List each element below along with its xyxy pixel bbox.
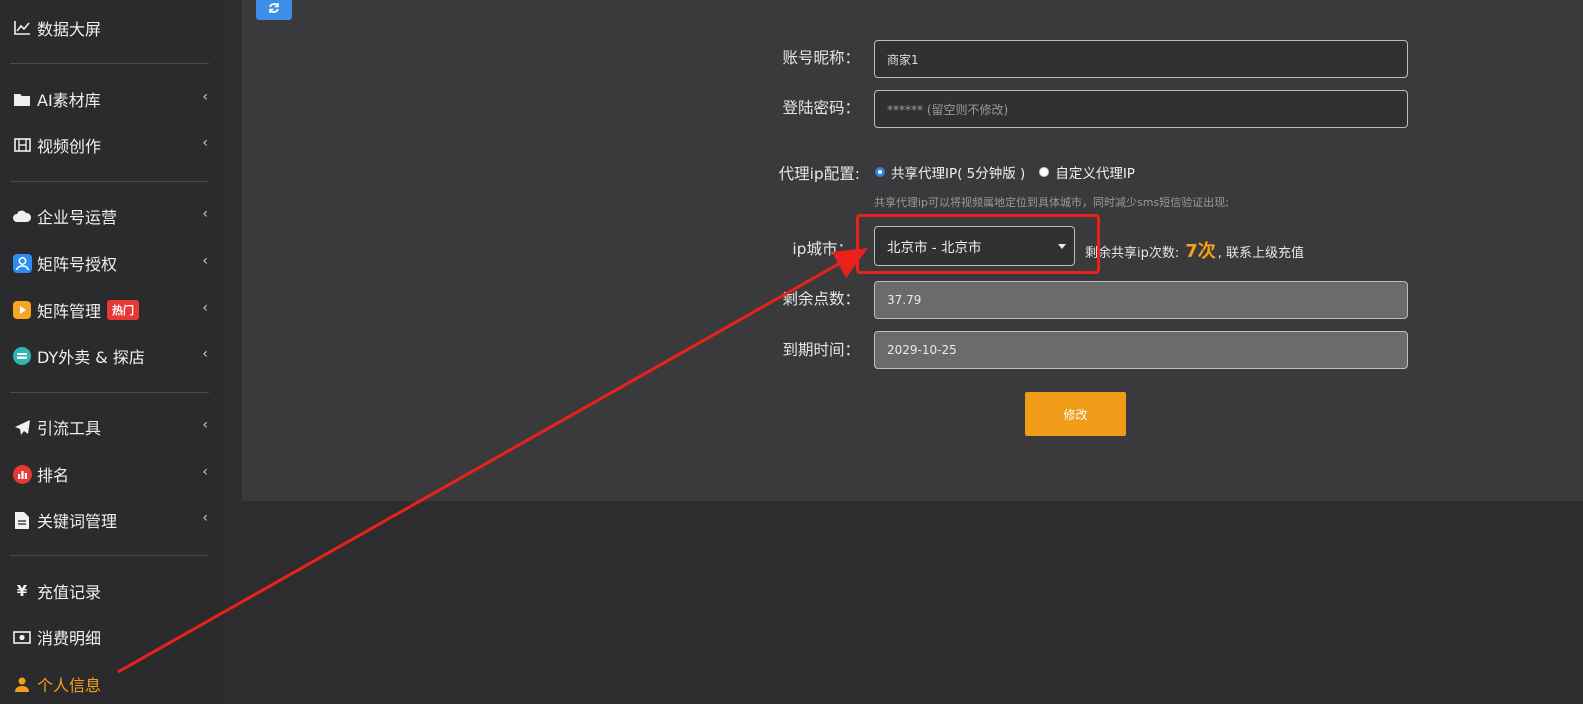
sidebar-item-label: 企业号运营 bbox=[37, 208, 118, 227]
money-icon bbox=[12, 627, 32, 647]
expire-input: 2029-10-25 bbox=[874, 331, 1408, 369]
proxy-hint: 共享代理ip可以将视频属地定位到具体城市，同时减少sms短信验证出现; bbox=[874, 196, 1229, 209]
document-icon bbox=[12, 510, 32, 530]
chevron-left-icon: ‹ bbox=[202, 346, 208, 362]
yen-icon: ¥ bbox=[16, 582, 28, 600]
sidebar-item-label: 矩阵号授权 bbox=[37, 255, 118, 274]
password-label: 登陆密码： bbox=[782, 99, 860, 117]
sidebar-item-dy-delivery[interactable]: DY外卖 & 探店 ‹ bbox=[12, 343, 212, 369]
submit-button[interactable]: 修改 bbox=[1025, 392, 1126, 436]
bar-chart-icon bbox=[12, 464, 32, 484]
sidebar-item-video-create[interactable]: 视频创作 ‹ bbox=[12, 132, 212, 158]
sidebar-item-label: DY外卖 & 探店 bbox=[37, 348, 145, 367]
nickname-label: 账号昵称： bbox=[782, 49, 860, 67]
sidebar-item-label: 视频创作 bbox=[37, 137, 102, 156]
sidebar-item-label: 引流工具 bbox=[37, 419, 102, 438]
proxy-label: 代理ip配置: bbox=[778, 165, 860, 183]
sidebar-item-consumption[interactable]: 消费明细 bbox=[12, 624, 212, 650]
cloud-icon bbox=[12, 206, 32, 226]
expire-label: 到期时间： bbox=[782, 341, 860, 359]
sidebar-item-matrix-auth[interactable]: 矩阵号授权 ‹ bbox=[12, 250, 212, 276]
proxy-shared-radio[interactable] bbox=[875, 167, 885, 177]
paper-plane-icon bbox=[12, 417, 32, 437]
ip-city-label: ip城市： bbox=[792, 240, 853, 258]
chevron-left-icon: ‹ bbox=[202, 89, 208, 105]
store-icon bbox=[12, 346, 32, 366]
proxy-custom-label[interactable]: 自定义代理IP bbox=[1055, 162, 1135, 182]
sidebar-item-keywords[interactable]: 关键词管理 ‹ bbox=[12, 507, 212, 533]
sidebar-divider bbox=[10, 181, 209, 182]
sidebar-item-ai-library[interactable]: AI素材库 ‹ bbox=[12, 86, 212, 112]
sidebar-item-data-screen[interactable]: 数据大屏 bbox=[12, 15, 212, 41]
chevron-left-icon: ‹ bbox=[202, 510, 208, 526]
chevron-left-icon: ‹ bbox=[202, 135, 208, 151]
sidebar-item-traffic-tools[interactable]: 引流工具 ‹ bbox=[12, 414, 212, 440]
chevron-left-icon: ‹ bbox=[202, 300, 208, 316]
remaining-ip-info: 剩余共享ip次数: 7次 , 联系上级充值 bbox=[1085, 237, 1304, 263]
password-placeholder: ****** (留空则不修改) bbox=[887, 102, 1009, 117]
user-badge-icon bbox=[12, 253, 32, 273]
folder-icon bbox=[12, 89, 32, 109]
line-chart-icon bbox=[12, 18, 32, 38]
points-label: 剩余点数： bbox=[782, 290, 860, 308]
refresh-icon bbox=[268, 2, 280, 18]
sidebar-item-label: 关键词管理 bbox=[37, 512, 118, 531]
points-value: 37.79 bbox=[887, 293, 922, 307]
nickname-input[interactable]: 商家1 bbox=[874, 40, 1408, 78]
chevron-left-icon: ‹ bbox=[202, 464, 208, 480]
sidebar-item-label: AI素材库 bbox=[37, 91, 101, 110]
proxy-shared-label[interactable]: 共享代理IP( 5分钟版 ) bbox=[891, 162, 1025, 182]
user-icon bbox=[12, 674, 32, 694]
refresh-button[interactable] bbox=[256, 0, 292, 20]
sidebar: 数据大屏 AI素材库 ‹ 视频创作 ‹ 企业号运营 ‹ 矩阵号授权 ‹ 矩阵管理 bbox=[0, 0, 226, 704]
sidebar-item-recharge-records[interactable]: ¥ 充值记录 bbox=[12, 578, 212, 604]
sidebar-divider bbox=[10, 392, 209, 393]
sidebar-item-label: 充值记录 bbox=[37, 583, 102, 602]
sidebar-item-label: 数据大屏 bbox=[37, 20, 102, 39]
expire-value: 2029-10-25 bbox=[887, 343, 957, 357]
sidebar-item-label: 矩阵管理 bbox=[37, 302, 102, 321]
password-input[interactable]: ****** (留空则不修改) bbox=[874, 90, 1408, 128]
sidebar-divider bbox=[10, 555, 209, 556]
chevron-left-icon: ‹ bbox=[202, 253, 208, 269]
proxy-custom-radio[interactable] bbox=[1039, 167, 1050, 177]
sidebar-item-label: 个人信息 bbox=[37, 676, 102, 695]
nickname-value: 商家1 bbox=[887, 52, 919, 67]
chevron-left-icon: ‹ bbox=[202, 417, 208, 433]
points-input: 37.79 bbox=[874, 281, 1408, 319]
hot-badge: 热门 bbox=[107, 300, 140, 320]
sidebar-divider bbox=[10, 63, 209, 64]
film-icon bbox=[12, 135, 32, 155]
sidebar-item-profile[interactable]: 个人信息 bbox=[12, 671, 212, 697]
sidebar-item-ranking[interactable]: 排名 ‹ bbox=[12, 461, 212, 487]
chevron-left-icon: ‹ bbox=[202, 206, 208, 222]
sidebar-item-matrix-manage[interactable]: 矩阵管理 热门 ‹ bbox=[12, 297, 212, 323]
proxy-options: 共享代理IP( 5分钟版 ) 自定义代理IP bbox=[875, 162, 1135, 182]
sidebar-item-enterprise-ops[interactable]: 企业号运营 ‹ bbox=[12, 203, 212, 229]
sidebar-item-label: 排名 bbox=[37, 466, 70, 485]
remaining-suffix: , 联系上级充值 bbox=[1217, 246, 1305, 261]
sidebar-item-label: 消费明细 bbox=[37, 629, 102, 648]
play-icon bbox=[12, 300, 32, 320]
remaining-count: 7次 bbox=[1185, 241, 1216, 262]
highlight-box bbox=[856, 214, 1100, 274]
